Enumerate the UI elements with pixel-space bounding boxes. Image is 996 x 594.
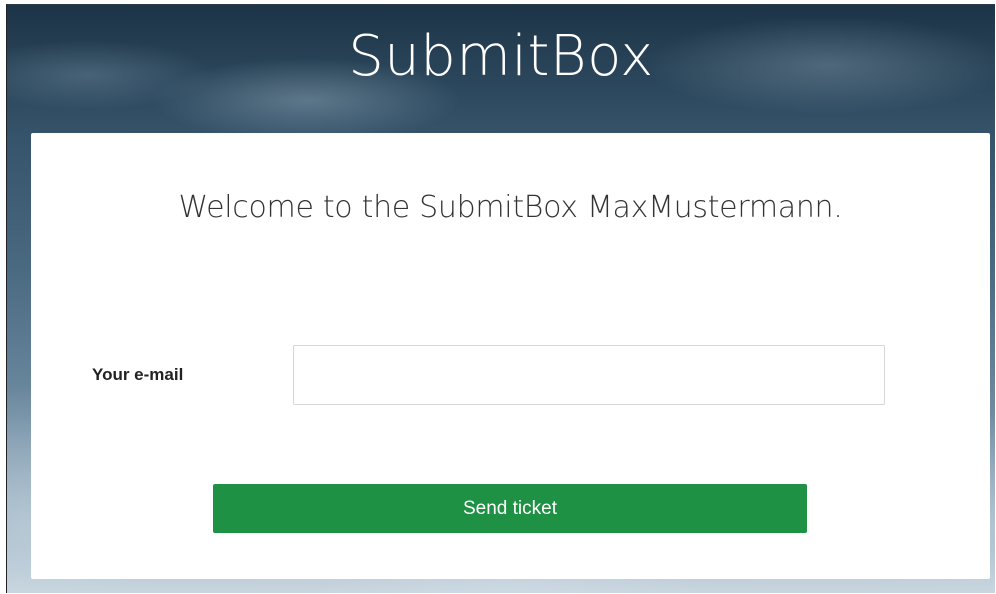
brand-logo-text: SubmitBox (348, 24, 654, 89)
email-label: Your e-mail (92, 365, 184, 384)
page-background: SubmitBox Welcome to the SubmitBox MaxMu… (6, 4, 995, 593)
submit-form-card: Welcome to the SubmitBox MaxMustermann. … (31, 133, 990, 579)
send-ticket-button[interactable]: Send ticket (213, 484, 807, 533)
welcome-heading: Welcome to the SubmitBox MaxMustermann. (178, 190, 843, 225)
email-input[interactable] (293, 345, 885, 405)
